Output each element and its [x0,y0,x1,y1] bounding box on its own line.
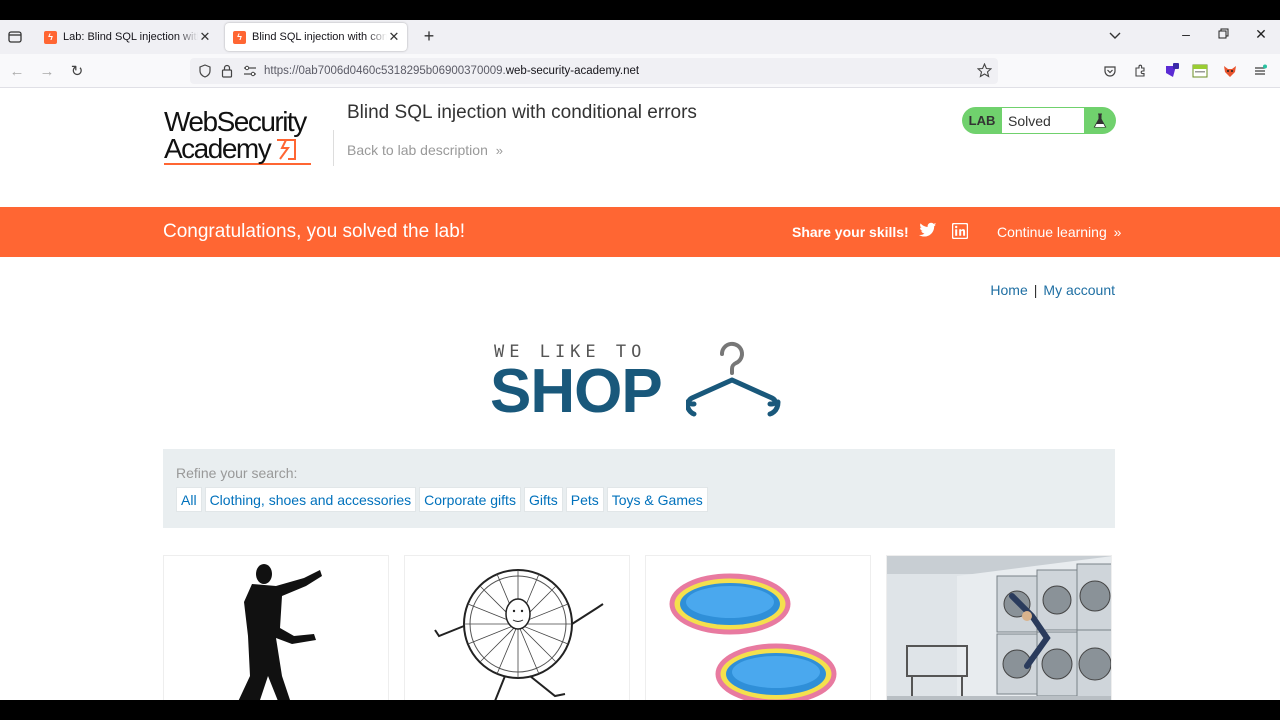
flask-icon [1084,113,1116,129]
product-card[interactable] [163,555,389,700]
tab-lab[interactable]: ϟ Lab: Blind SQL injection with co ✕ [36,23,218,51]
we-like-to-shop-logo: WE LIKE TO SHOP [490,338,790,428]
extensions-icon[interactable] [1130,61,1150,81]
menu-icon[interactable] [1250,61,1270,81]
filter-toys-games[interactable]: Toys & Games [606,487,708,512]
lab-status-badge: LAB Solved [962,107,1116,134]
silhouette-man-image [238,564,322,700]
restore-icon[interactable] [1213,26,1233,42]
continue-learning-link[interactable]: Continue learning » [997,224,1121,240]
double-chevron-right-icon: » [495,143,503,158]
share-skills-label: Share your skills! [792,224,909,240]
top-navigation: Home | My account [990,282,1115,298]
filter-corporate-gifts[interactable]: Corporate gifts [419,487,521,512]
twitter-icon[interactable] [919,222,937,243]
web-page: WebSecurity Academy Blind SQL injection … [0,88,1280,700]
logo-line-2: Academy [164,133,272,164]
product-card[interactable] [645,555,871,700]
list-all-tabs-icon[interactable] [1108,28,1122,47]
filter-clothing[interactable]: Clothing, shoes and accessories [204,487,417,512]
double-chevron-right-icon: » [1113,224,1122,240]
bookmark-star-icon[interactable] [977,63,992,78]
browser-window: ϟ Lab: Blind SQL injection with co ✕ ϟ B… [0,20,1280,700]
product-card[interactable] [886,555,1112,700]
lock-icon[interactable] [221,64,233,78]
lightning-logo-icon [277,139,297,160]
paddling-pools-image [669,573,837,700]
close-tab-icon[interactable]: ✕ [387,29,401,45]
refine-search-label: Refine your search: [176,465,298,481]
tab-title: Blind SQL injection with conditi [252,31,387,43]
back-link-label: Back to lab description [347,142,488,158]
tab-title: Lab: Blind SQL injection with co [63,31,198,43]
shield-icon[interactable] [198,64,212,78]
lab-status-text: Solved [1002,108,1084,133]
solved-banner: Congratulations, you solved the lab! Sha… [0,207,1280,257]
navigation-bar: ← → ↻ https://0ab7006d0460c5318295b06900… [0,54,1280,88]
back-to-lab-description-link[interactable]: Back to lab description » [347,142,503,158]
reload-icon[interactable]: ↻ [67,61,87,81]
url-domain: web-security-academy.net [505,65,640,77]
foxyproxy-icon[interactable] [1220,61,1240,81]
logo-line-1: WebSecurity [164,106,307,137]
close-window-icon[interactable]: ✕ [1251,26,1271,43]
filter-pets[interactable]: Pets [565,487,604,512]
product-card[interactable] [404,555,630,700]
header-divider [333,130,334,166]
congratulations-message: Congratulations, you solved the lab! [163,221,466,242]
new-tab-icon[interactable]: + [418,26,440,47]
close-tab-icon[interactable]: ✕ [198,29,212,45]
extension-green-icon[interactable] [1190,61,1210,81]
address-bar[interactable]: https://0ab7006d0460c5318295b06900370009… [190,58,998,84]
refine-search-panel: Refine your search: All Clothing, shoes … [163,449,1115,528]
coat-hanger-icon [686,341,781,417]
laundrette-image [887,556,1111,700]
burp-extension-icon[interactable] [1161,61,1181,81]
tab-strip: ϟ Lab: Blind SQL injection with co ✕ ϟ B… [0,20,1280,54]
url-prefix: https://0ab7006d0460c5318295b06900370009… [264,65,506,77]
nav-separator: | [1033,282,1038,298]
linkedin-icon[interactable] [951,222,969,244]
tab-list-icon[interactable] [4,26,26,48]
continue-learning-label: Continue learning [997,224,1107,240]
forward-arrow-icon[interactable]: → [37,61,57,81]
web-security-academy-logo[interactable]: WebSecurity Academy [164,108,334,165]
back-arrow-icon[interactable]: ← [7,61,27,81]
pocket-icon[interactable] [1100,61,1120,81]
tab-shop[interactable]: ϟ Blind SQL injection with conditi ✕ [225,23,407,51]
lab-badge-label: LAB [968,113,996,128]
product-grid [163,555,1115,700]
my-account-link[interactable]: My account [1043,282,1115,298]
permissions-icon[interactable] [243,65,257,77]
lab-title: Blind SQL injection with conditional err… [347,102,697,123]
wheel-man-drawing-image [434,569,604,700]
minimize-icon[interactable]: – [1176,26,1196,42]
category-filters: All Clothing, shoes and accessories Corp… [176,487,708,512]
portswigger-favicon-icon: ϟ [44,30,57,44]
url-text: https://0ab7006d0460c5318295b06900370009… [264,65,639,77]
home-link[interactable]: Home [990,282,1027,298]
portswigger-favicon-icon: ϟ [233,30,246,44]
filter-all[interactable]: All [176,487,202,512]
filter-gifts[interactable]: Gifts [523,487,563,512]
shop-logo-word: SHOP [490,357,663,426]
